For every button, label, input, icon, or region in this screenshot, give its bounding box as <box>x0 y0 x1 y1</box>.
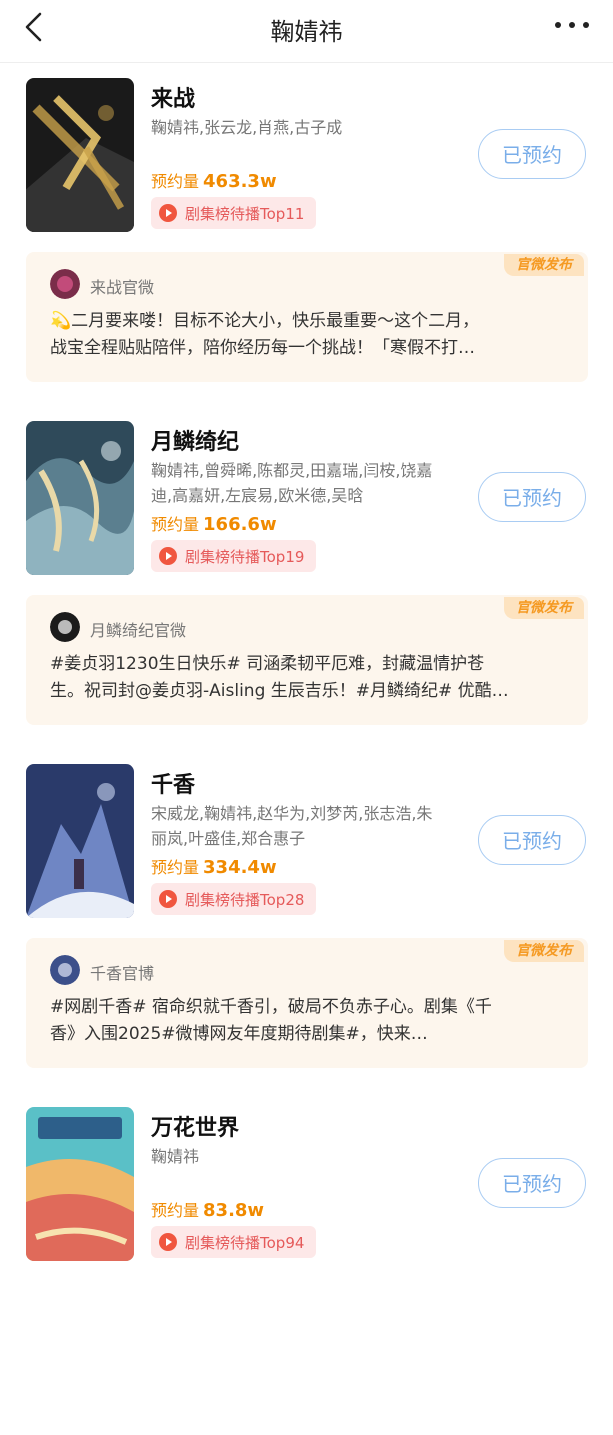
reserve-value: 463.3w <box>203 171 277 192</box>
more-dot <box>569 22 575 28</box>
show-poster[interactable] <box>26 78 134 232</box>
official-post-card[interactable]: 官微发布 千香官博 #网剧千香# 宿命织就千香引，破局不负赤子心。剧集《千 香》… <box>26 938 588 1068</box>
show-poster[interactable] <box>26 1107 134 1261</box>
more-dot <box>555 22 561 28</box>
show-poster[interactable] <box>26 764 134 918</box>
page-title: 鞠婧祎 <box>270 18 343 46</box>
reserve-value: 83.8w <box>203 1200 265 1221</box>
post-line: 香》入围2025#微博网友年度期待剧集#，快来… <box>50 1024 428 1044</box>
rank-label: 剧集榜待播Top94 <box>185 1233 305 1252</box>
show-list: 来战 鞠婧祎,张云龙,肖燕,古子成 预约量 463.3w 剧集榜待播Top11 已… <box>0 63 613 1435</box>
post-line: #姜贞羽1230生日快乐# 司涵柔韧平厄难，封藏温情护苍 <box>50 654 485 674</box>
account-avatar[interactable] <box>50 955 80 985</box>
reserved-button[interactable]: 已预约 <box>478 129 586 179</box>
post-line: #网剧千香# 宿命织就千香引，破局不负赤子心。剧集《千 <box>50 997 492 1017</box>
poster-image <box>26 78 134 232</box>
top-bar: 鞠婧祎 <box>0 0 613 63</box>
show-item: 月鳞绮纪 鞠婧祎,曾舜晞,陈都灵,田嘉瑞,闫桉,饶嘉 迪,高嘉妍,左宸易,欧米德… <box>0 406 613 749</box>
show-title[interactable]: 月鳞绮纪 <box>151 424 239 456</box>
cast-line: 丽岚,叶盛佳,郑合惠子 <box>151 829 306 848</box>
reserved-button[interactable]: 已预约 <box>478 1158 586 1208</box>
play-circle-icon <box>159 890 177 908</box>
post-line: 战宝全程贴贴陪伴，陪你经历每一个挑战！「寒假不打… <box>50 338 475 358</box>
reserved-button[interactable]: 已预约 <box>478 472 586 522</box>
cast-line: 鞠婧祎,张云龙,肖燕,古子成 <box>151 118 343 137</box>
show-cast: 鞠婧祎,曾舜晞,陈都灵,田嘉瑞,闫桉,饶嘉 迪,高嘉妍,左宸易,欧米德,吴晗 <box>151 458 471 508</box>
account-avatar[interactable] <box>50 612 80 642</box>
reserve-label: 预约量 <box>151 172 200 191</box>
account-name[interactable]: 月鳞绮纪官微 <box>90 617 186 641</box>
poster-image <box>26 421 134 575</box>
show-cast: 鞠婧祎,张云龙,肖燕,古子成 <box>151 115 471 140</box>
account-name[interactable]: 来战官微 <box>90 274 154 298</box>
official-post-tag: 官微发布 <box>504 597 584 619</box>
post-line: 💫二月要来喽！目标不论大小，快乐最重要～这个二月， <box>50 311 480 331</box>
reserve-label: 预约量 <box>151 515 200 534</box>
show-cast: 宋威龙,鞠婧祎,赵华为,刘梦芮,张志浩,朱 丽岚,叶盛佳,郑合惠子 <box>151 801 471 851</box>
reserve-count: 预约量 83.8w <box>151 1197 264 1221</box>
reserve-value: 334.4w <box>203 857 277 878</box>
reserved-button[interactable]: 已预约 <box>478 815 586 865</box>
show-title[interactable]: 万花世界 <box>151 1110 239 1142</box>
rank-label: 剧集榜待播Top19 <box>185 547 305 566</box>
poster-image <box>26 764 134 918</box>
post-text: #姜贞羽1230生日快乐# 司涵柔韧平厄难，封藏温情护苍 生。祝司封@姜贞羽-A… <box>50 651 570 705</box>
rank-label: 剧集榜待播Top28 <box>185 890 305 909</box>
show-title[interactable]: 来战 <box>151 81 195 113</box>
post-text: #网剧千香# 宿命织就千香引，破局不负赤子心。剧集《千 香》入围2025#微博网… <box>50 994 570 1048</box>
official-post-card[interactable]: 官微发布 来战官微 💫二月要来喽！目标不论大小，快乐最重要～这个二月， 战宝全程… <box>26 252 588 382</box>
play-circle-icon <box>159 1233 177 1251</box>
post-text: 💫二月要来喽！目标不论大小，快乐最重要～这个二月， 战宝全程贴贴陪伴，陪你经历每… <box>50 308 570 362</box>
show-poster[interactable] <box>26 421 134 575</box>
official-post-tag: 官微发布 <box>504 940 584 962</box>
cast-line: 迪,高嘉妍,左宸易,欧米德,吴晗 <box>151 486 364 505</box>
reserve-label: 预约量 <box>151 1201 200 1220</box>
rank-badge[interactable]: 剧集榜待播Top11 <box>151 197 317 229</box>
more-menu-icon[interactable] <box>551 18 593 34</box>
rank-label: 剧集榜待播Top11 <box>185 204 305 223</box>
cast-line: 宋威龙,鞠婧祎,赵华为,刘梦芮,张志浩,朱 <box>151 804 433 823</box>
show-title[interactable]: 千香 <box>151 767 195 799</box>
more-dot <box>583 22 589 28</box>
show-item: 千香 宋威龙,鞠婧祎,赵华为,刘梦芮,张志浩,朱 丽岚,叶盛佳,郑合惠子 预约量… <box>0 749 613 1092</box>
account-avatar[interactable] <box>50 269 80 299</box>
reserve-count: 预约量 334.4w <box>151 854 277 878</box>
reserve-label: 预约量 <box>151 858 200 877</box>
rank-badge[interactable]: 剧集榜待播Top28 <box>151 883 317 915</box>
cast-line: 鞠婧祎,曾舜晞,陈都灵,田嘉瑞,闫桉,饶嘉 <box>151 461 433 480</box>
official-post-tag: 官微发布 <box>504 254 584 276</box>
rank-badge[interactable]: 剧集榜待播Top94 <box>151 1226 317 1258</box>
post-line: 生。祝司封@姜贞羽-Aisling 生辰吉乐！#月鳞绮纪# 优酷… <box>50 681 509 701</box>
play-circle-icon <box>159 204 177 222</box>
reserve-count: 预约量 463.3w <box>151 168 277 192</box>
show-cast: 鞠婧祎 <box>151 1144 471 1169</box>
reserve-value: 166.6w <box>203 514 277 535</box>
play-circle-icon <box>159 547 177 565</box>
show-item: 万花世界 鞠婧祎 预约量 83.8w 剧集榜待播Top94 已预约 <box>0 1092 613 1435</box>
account-name[interactable]: 千香官博 <box>90 960 154 984</box>
reserve-count: 预约量 166.6w <box>151 511 277 535</box>
show-item: 来战 鞠婧祎,张云龙,肖燕,古子成 预约量 463.3w 剧集榜待播Top11 已… <box>0 63 613 406</box>
rank-badge[interactable]: 剧集榜待播Top19 <box>151 540 317 572</box>
official-post-card[interactable]: 官微发布 月鳞绮纪官微 #姜贞羽1230生日快乐# 司涵柔韧平厄难，封藏温情护苍… <box>26 595 588 725</box>
cast-line: 鞠婧祎 <box>151 1147 200 1166</box>
poster-image <box>26 1107 134 1261</box>
